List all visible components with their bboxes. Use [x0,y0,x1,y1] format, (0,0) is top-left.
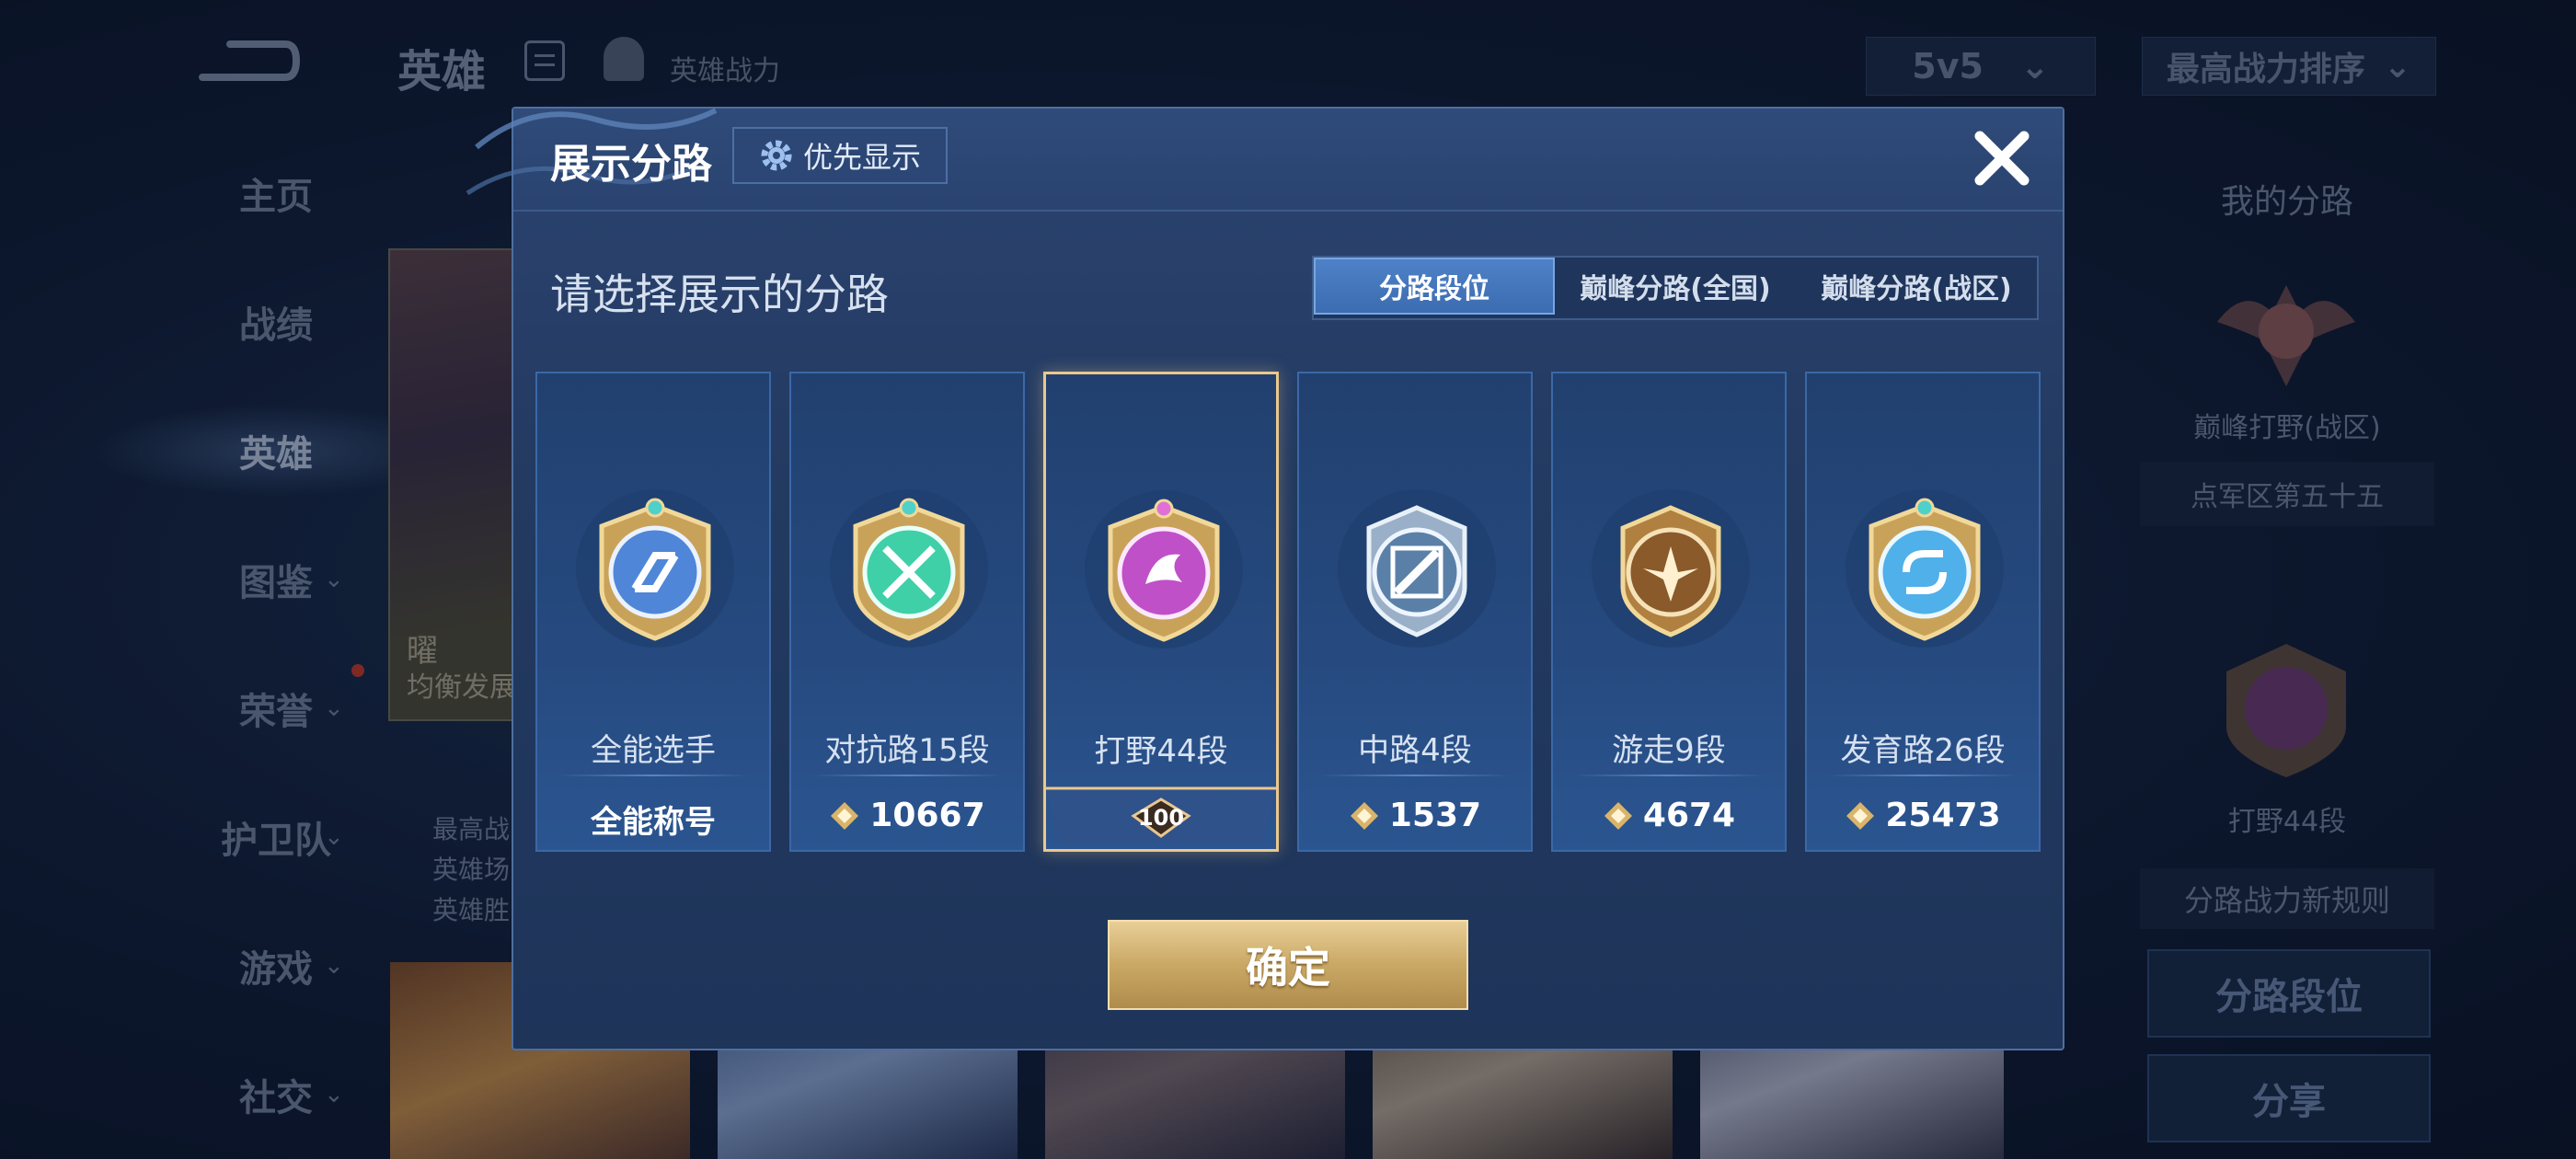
mid-lane-emblem-icon [1338,489,1496,648]
power-icon [1604,801,1632,830]
roam-emblem-icon [1592,489,1750,648]
lane-card-value-text: 25473 [1885,797,2001,834]
card-divider [1573,775,1765,776]
jungle-emblem-icon [1085,490,1243,648]
lane-card-clash[interactable]: 对抗路15段 10667 [789,372,1025,852]
lane-card-name: 对抗路15段 [824,732,990,769]
farm-lane-emblem-icon [1846,489,2004,648]
lane-card-value: 4674 [1553,797,1785,834]
lane-card-all-round[interactable]: 全能选手 全能称号 [535,372,771,852]
card-divider [558,775,749,776]
card-divider [1319,775,1511,776]
tab-peak-area[interactable]: 巅峰分路(战区) [1796,258,2037,315]
power-icon [1846,801,1875,830]
lane-card-value-text: 4674 [1642,797,1736,834]
lane-card-mid[interactable]: 中路4段 1537 [1297,372,1533,852]
dialog-title: 展示分路 [550,141,712,188]
lane-card-roam[interactable]: 游走9段 4674 [1551,372,1787,852]
lane-card-name: 全能选手 [591,732,716,769]
lane-card-value: 100 [1046,805,1276,831]
tab-peak-national[interactable]: 巅峰分路(全国) [1555,258,1796,315]
card-divider [1827,775,2018,776]
priority-display-label: 优先显示 [802,140,921,175]
lane-card-name: 游走9段 [1612,732,1726,769]
priority-display-button[interactable]: 优先显示 [732,127,948,184]
all-round-emblem-icon [576,489,734,648]
dialog-header: 展示分路 优先显示 [466,108,2063,212]
tab-lane-rank[interactable]: 分路段位 [1314,258,1555,315]
lane-tabs: 分路段位 巅峰分路(全国) 巅峰分路(战区) [1312,256,2039,320]
close-icon[interactable] [1969,125,2035,191]
power-icon [1350,801,1378,830]
lane-card-value-text: 全能称号 [591,804,716,841]
lane-card-value-text: 100 [1137,805,1185,831]
lane-card-value: 1537 [1299,797,1531,834]
confirm-button[interactable]: 确定 [1108,920,1468,1010]
lane-card-farm[interactable]: 发育路26段 25473 [1805,372,2041,852]
lane-card-jungle[interactable]: 打野44段 100 [1043,372,1279,852]
lane-card-value: 全能称号 [537,797,769,842]
power-icon [831,801,859,830]
lane-card-name: 打野44段 [1094,733,1228,770]
card-divider [811,775,1003,776]
dialog-subtitle: 请选择展示的分路 [550,270,889,319]
lane-card-value-text: 1537 [1388,797,1482,834]
clash-lane-emblem-icon [830,489,988,648]
lane-card-name: 中路4段 [1358,732,1472,769]
gear-icon [761,140,792,171]
lane-card-value: 25473 [1807,797,2039,834]
lane-card-value-text: 10667 [869,797,985,834]
display-lane-dialog: 展示分路 优先显示 请选择展示的分路 分路段位 巅峰分路(全国) 巅峰分路(战区… [466,107,2064,1050]
lane-card-name: 发育路26段 [1840,732,2006,769]
lane-card-value: 10667 [791,797,1023,834]
